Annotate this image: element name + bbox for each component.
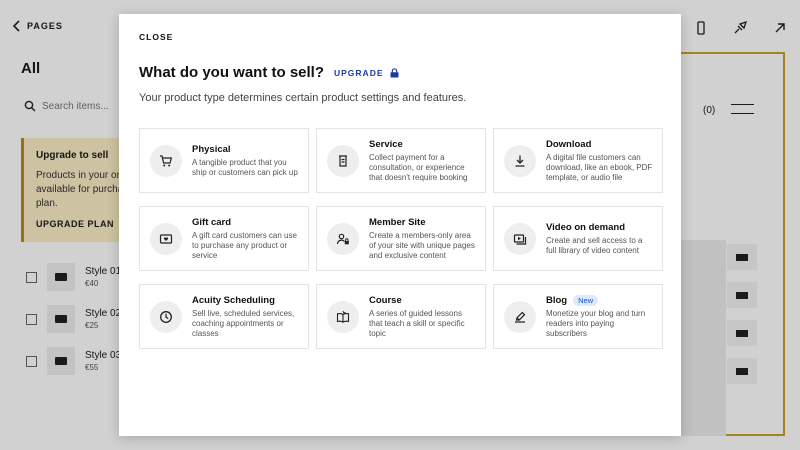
option-description: A series of guided lessons that teach a … [369, 308, 465, 338]
option-card-course[interactable]: Course A series of guided lessons that te… [316, 284, 486, 349]
option-description: A tangible product that you ship or cust… [192, 157, 298, 177]
option-card-member-site[interactable]: Member Site Create a members-only area of… [316, 206, 486, 271]
product-type-grid: Physical A tangible product that you ship… [139, 128, 663, 349]
lock-icon [390, 67, 399, 77]
option-name: Blog [546, 294, 568, 306]
option-name: Download [546, 138, 592, 150]
cart-icon [160, 154, 173, 166]
option-name: Service [369, 138, 403, 150]
option-name: Physical [192, 143, 231, 155]
dialog-subtitle: Your product type determines certain pro… [139, 92, 467, 104]
option-card-video-on-demand[interactable]: Video on demand Create and sell access to… [493, 206, 663, 271]
option-name: Course [369, 294, 402, 306]
blog-icon [515, 311, 526, 323]
dialog-title: What do you want to sell? [139, 64, 324, 81]
option-description: Create and sell access to a full library… [546, 235, 643, 255]
product-type-dialog: CLOSE What do you want to sell? UPGRADE … [119, 14, 681, 436]
option-description: Collect payment for a consultation, or e… [369, 152, 468, 182]
gift-card-icon [159, 233, 173, 244]
option-card-blog[interactable]: Blog New Monetize your blog and turn reade… [493, 284, 663, 349]
option-description: Monetize your blog and turn readers into… [546, 308, 646, 338]
download-icon [515, 155, 525, 167]
option-card-download[interactable]: Download A digital file customers can dow… [493, 128, 663, 193]
upgrade-link[interactable]: UPGRADE [334, 68, 399, 78]
option-description: A digital file customers can download, l… [546, 152, 653, 182]
video-icon [513, 233, 527, 245]
book-icon [336, 310, 350, 323]
service-icon [339, 154, 347, 167]
member-icon [336, 233, 349, 244]
option-name: Member Site [369, 216, 426, 228]
option-card-gift-card[interactable]: Gift card A gift card customers can use t… [139, 206, 309, 271]
option-card-service[interactable]: Service Collect payment for a consultatio… [316, 128, 486, 193]
option-description: A gift card customers can use to purchas… [192, 230, 297, 260]
option-name: Video on demand [546, 221, 626, 233]
option-card-physical[interactable]: Physical A tangible product that you ship… [139, 128, 309, 193]
close-button[interactable]: CLOSE [139, 32, 173, 42]
option-name: Gift card [192, 216, 232, 228]
option-name: Acuity Scheduling [192, 294, 275, 306]
option-description: Create a members-only area of your site … [369, 230, 475, 260]
upgrade-label: UPGRADE [334, 67, 384, 78]
dialog-header: What do you want to sell? UPGRADE [139, 64, 399, 81]
option-card-acuity-scheduling[interactable]: Acuity Scheduling Sell live, scheduled se… [139, 284, 309, 349]
new-badge: New [573, 294, 599, 306]
clock-icon [160, 310, 172, 323]
option-description: Sell live, scheduled services, coaching … [192, 308, 295, 338]
